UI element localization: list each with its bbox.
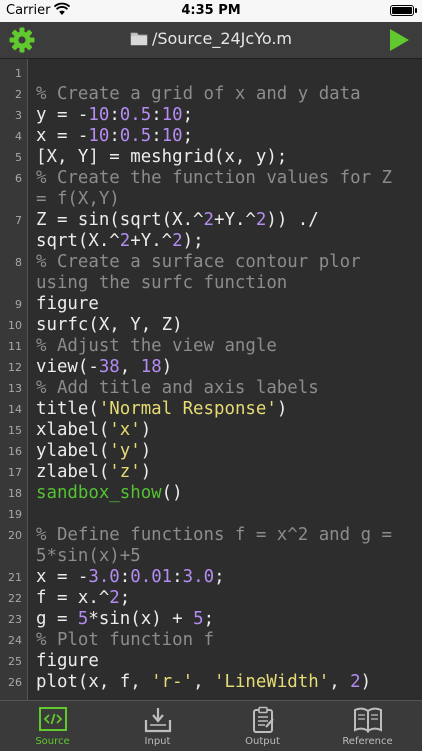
line-number: 25: [8, 655, 22, 668]
code-token: 2: [203, 210, 215, 230]
code-line[interactable]: 3y = -10:0.5:10;: [0, 101, 422, 125]
line-number: 26: [8, 676, 22, 689]
line-number: 20: [8, 529, 22, 542]
code-token: % Create a surface contour plor using th…: [36, 252, 361, 293]
code-line[interactable]: 20 % Define functions f = x^2 and g = 5*s…: [0, 521, 422, 566]
code-token: 2: [255, 210, 267, 230]
line-number: 10: [8, 319, 22, 332]
download-tray-icon: [144, 708, 171, 733]
line-number: 21: [8, 571, 22, 584]
code-editor[interactable]: 1 2% Create a grid of x and y data 3 y = -1…: [0, 59, 422, 700]
line-number: 15: [8, 424, 22, 437]
code-text: % Create a surface contour plor using th…: [36, 252, 420, 294]
clipboard-icon: [252, 706, 274, 733]
code-token: ,: [193, 672, 215, 692]
code-token: plot(x, f,: [36, 672, 152, 692]
tab-label: Input: [144, 736, 171, 747]
code-line[interactable]: 26 plot(x, f, 'r-', 'LineWidth', 2): [0, 668, 422, 692]
code-line[interactable]: 24% Plot function f: [0, 626, 422, 650]
code-token: ): [360, 672, 372, 692]
tab-label: Source: [35, 736, 70, 747]
code-line[interactable]: 21 x = -3.0:0.01:3.0;: [0, 563, 422, 587]
line-number: 12: [8, 361, 22, 374]
code-line[interactable]: 23 g = 5*sin(x) + 5;: [0, 605, 422, 629]
code-text: Z = sin(sqrt(X.^2+Y.^2)) ./ sqrt(X.^2+Y.…: [36, 210, 420, 252]
code-token: 2: [350, 672, 361, 692]
code-line[interactable]: 5 [X, Y] = meshgrid(x, y);: [0, 143, 422, 167]
code-token: 'LineWidth': [214, 672, 330, 692]
tab-bar: Source Input Output Reference: [0, 700, 422, 751]
status-bar: Carrier 4:35 PM: [0, 0, 422, 22]
line-number: 6: [15, 172, 22, 185]
code-text: % Define functions f = x^2 and g = 5*sin…: [36, 525, 420, 567]
code-line[interactable]: 12 view(-38, 18): [0, 353, 422, 377]
tab-label: Reference: [342, 736, 393, 747]
line-number: 17: [8, 466, 22, 479]
line-number: 11: [8, 340, 22, 353]
play-icon[interactable]: [388, 28, 410, 52]
code-line[interactable]: 13% Add title and axis labels: [0, 374, 422, 398]
folder-icon: [130, 32, 148, 46]
code-line[interactable]: 17 zlabel('z'): [0, 458, 422, 482]
tab-source[interactable]: Source: [0, 701, 105, 751]
code-token: % Define functions f = x^2 and g = 5*sin…: [36, 525, 392, 566]
tab-reference[interactable]: Reference: [315, 701, 420, 751]
code-token: +Y.^: [214, 210, 256, 230]
code-line[interactable]: 6 % Create the function values for Z = f(…: [0, 164, 422, 209]
file-title: /Source_24JcYo.m: [0, 29, 422, 48]
nav-bar: /Source_24JcYo.m: [0, 22, 422, 59]
line-number: 19: [8, 508, 22, 521]
code-line[interactable]: 14 title('Normal Response'): [0, 395, 422, 419]
code-text: plot(x, f, 'r-', 'LineWidth', 2): [36, 672, 420, 693]
tab-output[interactable]: Output: [210, 701, 315, 751]
code-line[interactable]: 22 f = x.^2;: [0, 584, 422, 608]
line-number: 18: [8, 487, 22, 500]
line-number: 8: [15, 256, 22, 269]
line-number: 13: [8, 382, 22, 395]
code-line[interactable]: 18 sandbox_show(): [0, 479, 422, 503]
code-line[interactable]: 1: [0, 59, 422, 80]
file-name: /Source_24JcYo.m: [151, 29, 293, 48]
code-token: Z = sin(sqrt(X.^: [36, 210, 204, 230]
book-icon: [353, 707, 382, 733]
clock: 4:35 PM: [181, 3, 241, 18]
code-line[interactable]: 8 % Create a surface contour plor using t…: [0, 248, 422, 293]
tab-label: Output: [245, 736, 280, 747]
code-icon: [38, 707, 67, 731]
code-line[interactable]: 2% Create a grid of x and y data: [0, 80, 422, 104]
code-line[interactable]: 15 xlabel('x'): [0, 416, 422, 440]
line-number: 16: [8, 445, 22, 458]
line-number: 7: [15, 214, 22, 227]
line-number: 9: [15, 298, 22, 311]
line-number: 23: [8, 613, 22, 626]
code-line[interactable]: 7 Z = sin(sqrt(X.^2+Y.^2)) ./ sqrt(X.^2+Y…: [0, 206, 422, 251]
code-line[interactable]: 9 figure: [0, 290, 422, 314]
code-text: % Create the function values for Z = f(X…: [36, 168, 420, 210]
tab-input[interactable]: Input: [105, 701, 210, 751]
code-line[interactable]: 16 ylabel('y'): [0, 437, 422, 461]
line-number: 14: [8, 403, 22, 416]
line-number: 4: [15, 130, 22, 143]
code-line[interactable]: 19: [0, 500, 422, 521]
line-number: 1: [15, 67, 22, 80]
line-number: 3: [15, 109, 22, 122]
code-line[interactable]: 25 figure: [0, 647, 422, 671]
code-line[interactable]: 11% Adjust the view angle: [0, 332, 422, 356]
code-line[interactable]: 10 surfc(X, Y, Z): [0, 311, 422, 335]
line-number: 2: [15, 88, 22, 101]
line-number: 24: [8, 634, 22, 647]
line-number: 5: [15, 151, 22, 164]
code-token: ,: [329, 672, 351, 692]
line-number: 22: [8, 592, 22, 605]
code-token: % Create the function values for Z = f(X…: [36, 168, 392, 209]
battery-icon: [390, 5, 417, 16]
code-token: 'r-': [151, 672, 194, 692]
code-line[interactable]: 4x = -10:0.5:10;: [0, 122, 422, 146]
